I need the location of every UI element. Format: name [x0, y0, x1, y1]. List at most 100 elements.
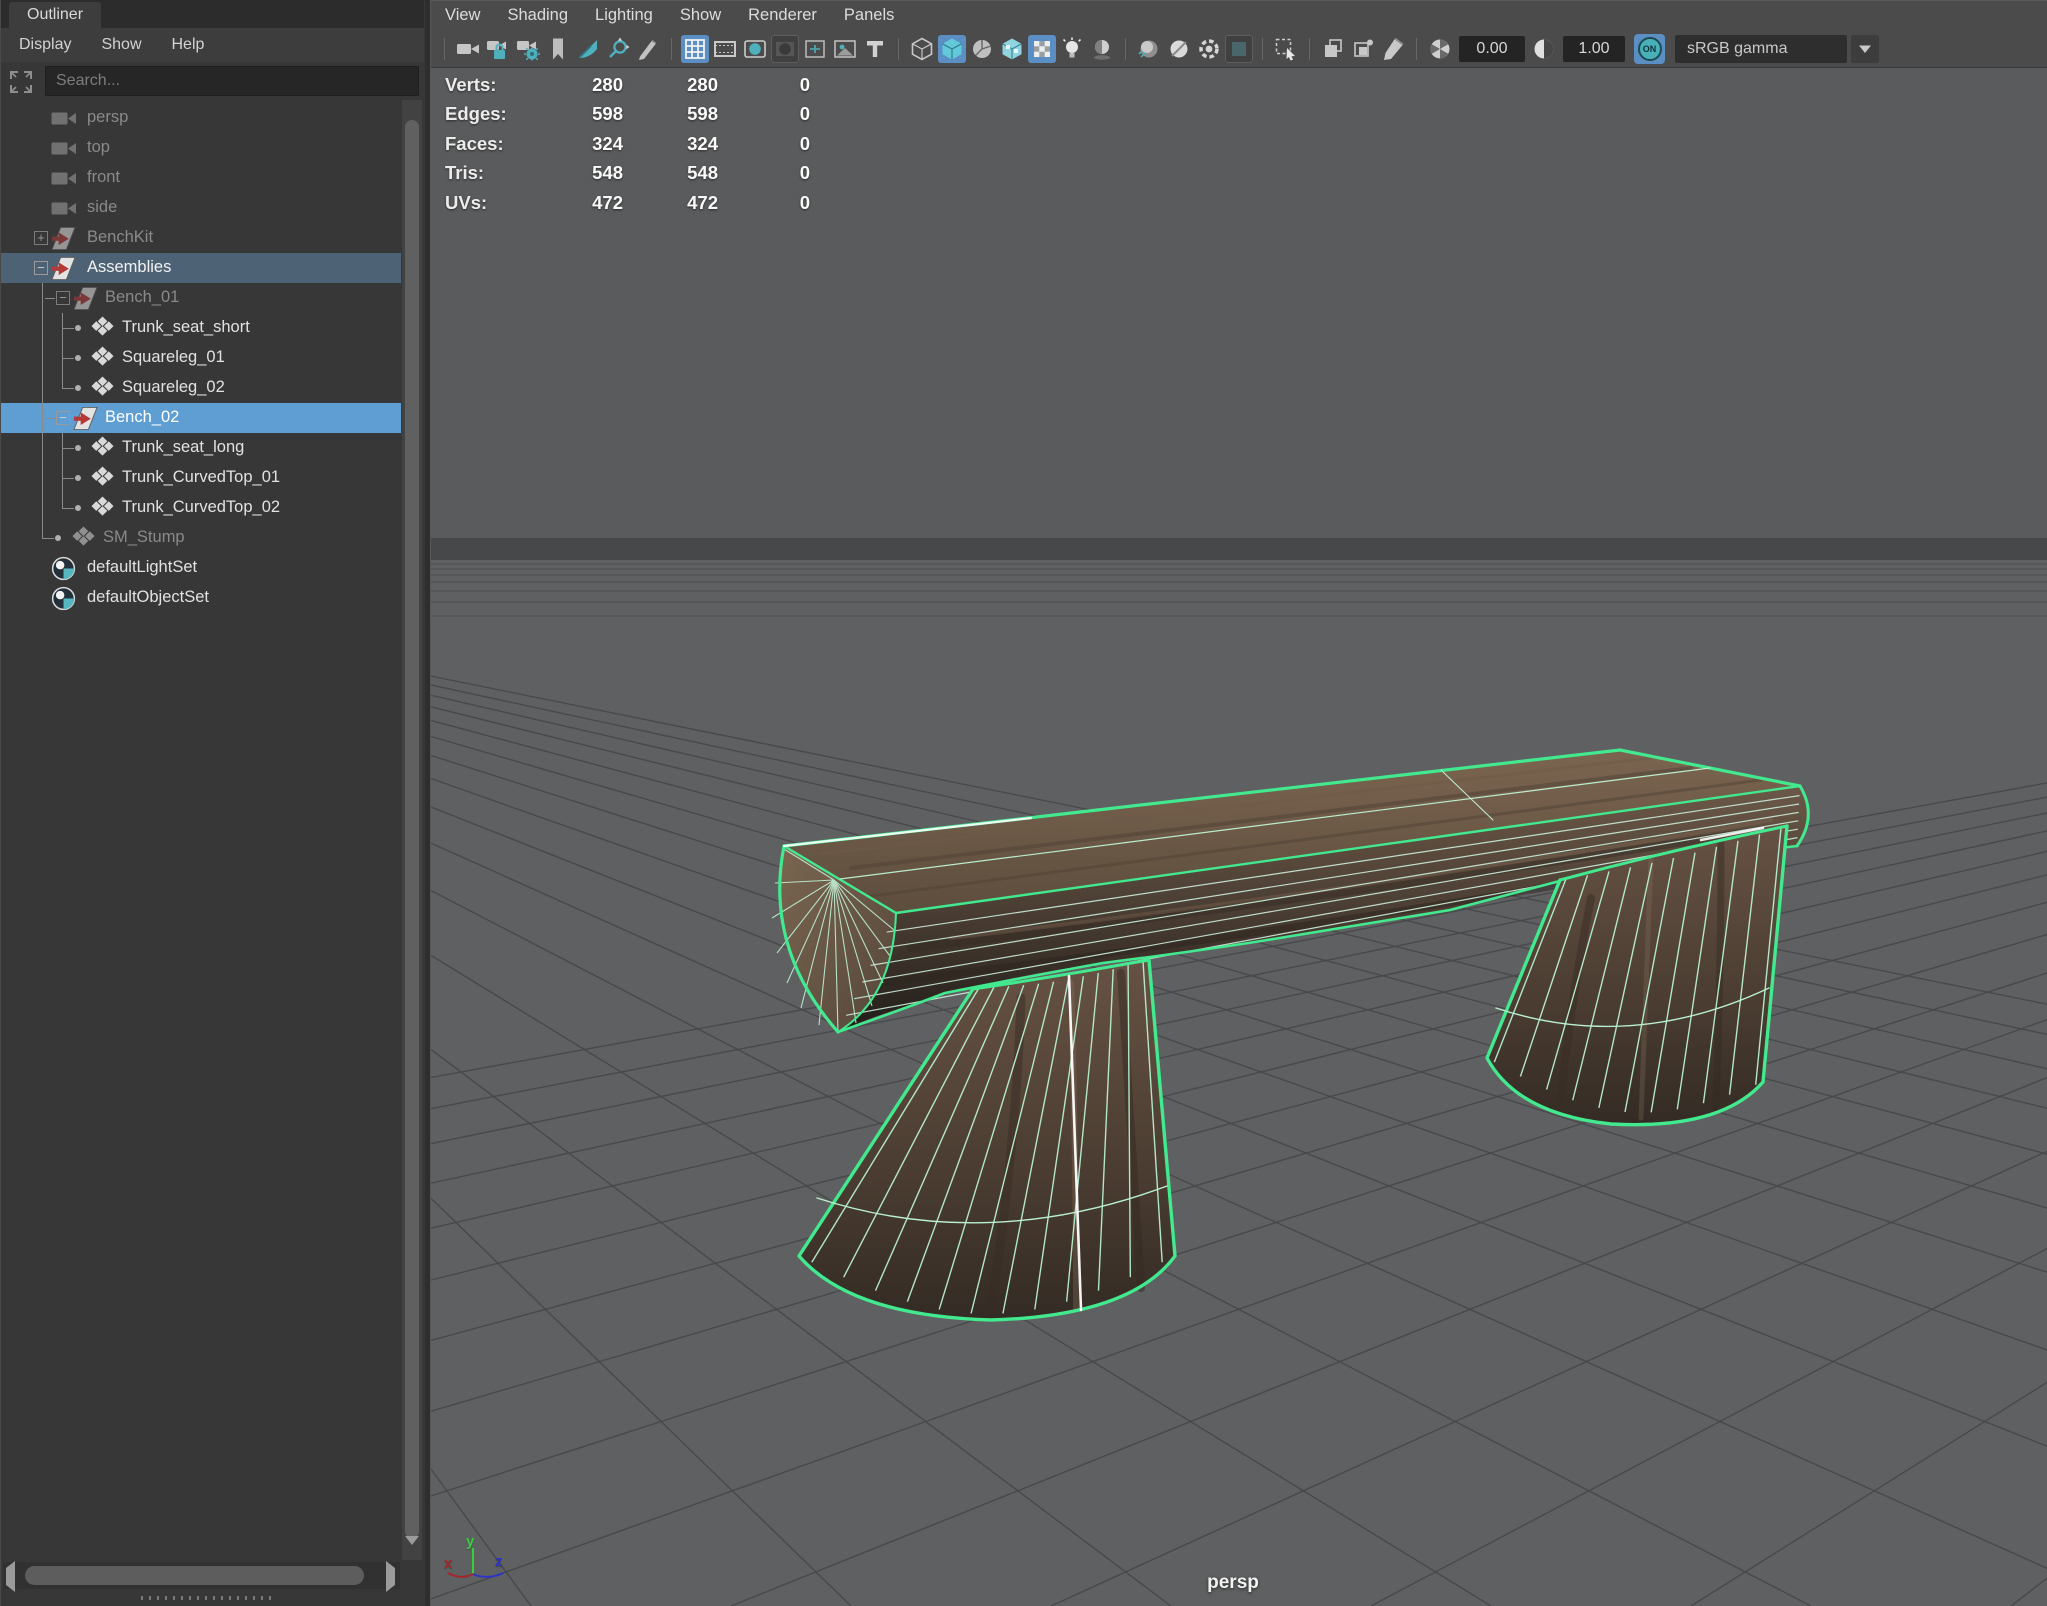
outliner-filter-icon[interactable]	[6, 67, 36, 97]
film-gate-icon[interactable]	[711, 35, 739, 63]
viewport-menu-show[interactable]: Show	[680, 6, 721, 25]
object-selection-icon[interactable]	[1272, 35, 1300, 63]
outliner-item-Trunk_CurvedTop_02[interactable]: Trunk_CurvedTop_02	[1, 493, 401, 523]
camera-icon[interactable]	[454, 35, 482, 63]
field-chart-icon[interactable]	[801, 35, 829, 63]
outliner-item-Assemblies[interactable]: − Assemblies	[1, 253, 401, 283]
hud-value: 280	[592, 73, 623, 95]
camera-lock-icon[interactable]	[484, 35, 512, 63]
collapse-icon[interactable]: −	[56, 291, 70, 305]
scroll-left-icon[interactable]	[6, 1561, 15, 1592]
exposure-icon[interactable]	[1426, 35, 1454, 63]
axis-gizmo: x y z	[443, 1533, 527, 1598]
viewport-menu-renderer[interactable]: Renderer	[748, 6, 817, 25]
branch-dot	[75, 355, 81, 361]
outliner-item-Trunk_seat_short[interactable]: Trunk_seat_short	[1, 313, 401, 343]
outliner-item-side[interactable]: side	[1, 193, 401, 223]
smooth-shade-icon[interactable]	[938, 34, 966, 63]
member-icon	[91, 346, 114, 374]
tree-branch-tick	[62, 448, 74, 449]
outliner-menu-help[interactable]: Help	[172, 36, 205, 54]
textured-icon[interactable]	[998, 35, 1026, 63]
wireframe-icon[interactable]	[908, 35, 936, 63]
outliner-item-Bench_01[interactable]: − Bench_01	[1, 283, 401, 313]
colorspace-dropdown-button[interactable]	[1851, 34, 1879, 63]
branch-dot	[75, 325, 81, 331]
axis-z-label: z	[495, 1553, 503, 1570]
outliner-menu-display[interactable]: Display	[19, 36, 71, 54]
outliner-search-input[interactable]	[45, 66, 419, 96]
set-icon	[51, 556, 76, 586]
zoom-region-icon[interactable]	[604, 35, 632, 63]
gate-mask-icon[interactable]	[771, 34, 799, 63]
outliner-item-Trunk_CurvedTop_01[interactable]: Trunk_CurvedTop_01	[1, 463, 401, 493]
anti-aliasing-icon[interactable]	[1165, 35, 1193, 63]
viewport-3d-scene[interactable]: Verts: 280 280 0 Edges: 598 598 0 Faces: 324 324 0 T…	[431, 68, 2047, 1606]
expand-icon[interactable]: +	[34, 231, 48, 245]
use-default-material-icon[interactable]	[1028, 34, 1056, 63]
collapse-icon[interactable]: −	[56, 411, 70, 425]
hud-value: 0	[799, 132, 810, 154]
pan-zoom-2d-icon[interactable]	[574, 35, 602, 63]
outliner-item-Bench_02[interactable]: − Bench_02	[1, 403, 401, 433]
outliner-tab[interactable]: Outliner	[9, 2, 102, 28]
outliner-panel: Outliner Display Show Help persp top front si…	[0, 0, 424, 1606]
outliner-item-label: Assemblies	[87, 258, 172, 276]
isolate-select-icon[interactable]	[1319, 35, 1347, 63]
shadows-icon[interactable]	[1088, 35, 1116, 63]
camera-settings-icon[interactable]	[514, 35, 542, 63]
occlusion-icon[interactable]	[1135, 35, 1163, 63]
grease-pencil-icon[interactable]	[634, 35, 662, 63]
scroll-down-icon[interactable]	[405, 1536, 419, 1562]
outliner-item-defaultObjectSet[interactable]: defaultObjectSet	[1, 583, 401, 613]
hud-value: 0	[799, 73, 810, 95]
viewport-menu-shading[interactable]: Shading	[507, 6, 568, 25]
outliner-item-Squareleg_02[interactable]: Squareleg_02	[1, 373, 401, 403]
outliner-item-front[interactable]: front	[1, 163, 401, 193]
isolate-add-icon[interactable]	[1349, 35, 1377, 63]
collapse-icon[interactable]: −	[34, 261, 48, 275]
outliner-menu-show[interactable]: Show	[101, 36, 141, 54]
contrast-icon[interactable]	[1530, 35, 1558, 63]
viewport-menu-panels[interactable]: Panels	[844, 6, 894, 25]
camera-icon	[51, 110, 77, 132]
outliner-item-BenchKit[interactable]: + BenchKit	[1, 223, 401, 253]
axis-y-label: y	[466, 1533, 475, 1550]
panel-resize-grip[interactable]	[141, 1596, 277, 1600]
outliner-hscroll-thumb[interactable]	[25, 1566, 364, 1585]
color-management-toggle[interactable]: ON	[1634, 33, 1665, 64]
scroll-up-icon[interactable]	[405, 103, 419, 129]
image-plane-icon[interactable]	[831, 35, 859, 63]
outliner-vscroll-thumb[interactable]	[405, 120, 419, 1538]
xray-icon[interactable]	[1379, 35, 1407, 63]
lights-icon[interactable]	[1058, 35, 1086, 63]
hud-row-verts: Verts: 280 280 0	[445, 70, 810, 100]
outliner-item-Trunk_seat_long[interactable]: Trunk_seat_long	[1, 433, 401, 463]
scroll-right-icon[interactable]	[386, 1561, 395, 1592]
viewport-menu-lighting[interactable]: Lighting	[595, 6, 653, 25]
outliner-item-SM_Stump[interactable]: SM_Stump	[1, 523, 401, 553]
outliner-item-defaultLightSet[interactable]: defaultLightSet	[1, 553, 401, 583]
tree-branch-tick	[62, 388, 74, 389]
motion-blur-icon[interactable]	[1195, 35, 1223, 63]
outliner-horizontal-scrollbar[interactable]	[3, 1561, 400, 1592]
resolution-gate-icon[interactable]	[741, 35, 769, 63]
wireframe-on-shaded-icon[interactable]	[968, 35, 996, 63]
hud-label: Faces:	[445, 132, 504, 154]
outliner-item-Squareleg_01[interactable]: Squareleg_01	[1, 343, 401, 373]
exposure-field[interactable]: 0.00	[1459, 35, 1525, 62]
outliner-item-top[interactable]: top	[1, 133, 401, 163]
outliner-vertical-scrollbar[interactable]	[402, 100, 422, 1562]
member-icon	[91, 466, 114, 494]
bookmark-icon[interactable]	[544, 35, 572, 63]
colorspace-select[interactable]: sRGB gamma	[1675, 34, 1847, 63]
contrast-field[interactable]: 1.00	[1563, 35, 1625, 62]
outliner-item-persp[interactable]: persp	[1, 103, 401, 133]
grid-icon[interactable]	[681, 34, 709, 63]
depth-of-field-icon[interactable]	[1225, 34, 1253, 63]
maya-window: Outliner Display Show Help persp top front si…	[0, 0, 2047, 1606]
outliner-item-label: side	[87, 198, 118, 216]
hud-toggle-icon[interactable]	[861, 35, 889, 63]
viewport-menu-view[interactable]: View	[445, 6, 480, 25]
scene-canvas[interactable]	[431, 68, 2047, 1606]
